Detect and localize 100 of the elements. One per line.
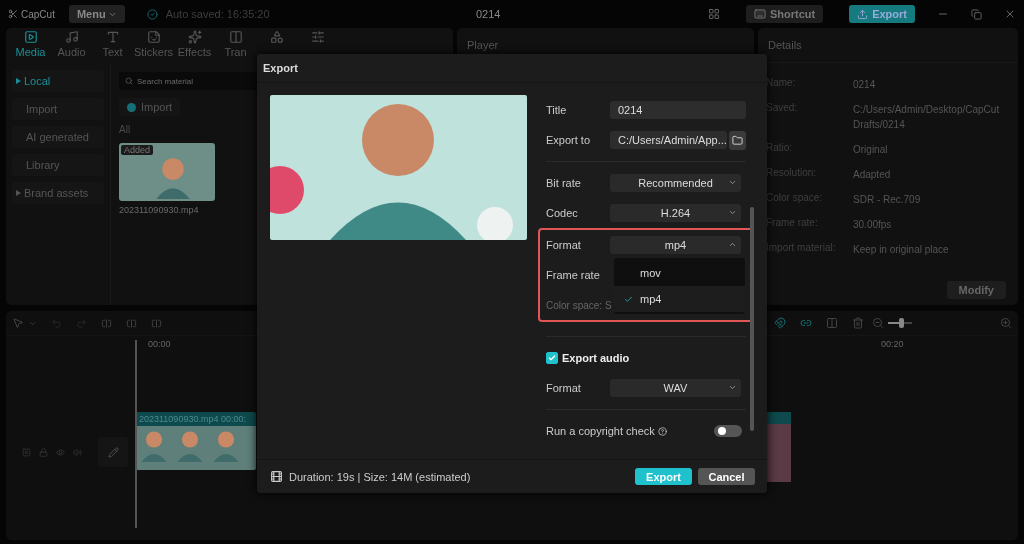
folder-button[interactable] (728, 130, 746, 150)
layout-icon[interactable] (707, 8, 720, 20)
media-icon (23, 30, 38, 44)
logo-icon (8, 9, 18, 19)
media-nav-item[interactable]: AI generated (12, 126, 104, 148)
import-button[interactable]: Import (119, 98, 181, 116)
toggle-switch[interactable] (714, 425, 742, 437)
check-icon (624, 294, 633, 304)
tool-tab[interactable]: Stickers (133, 30, 174, 64)
slider-thumb[interactable] (899, 318, 905, 328)
caret-up-icon (728, 240, 737, 249)
magnet-icon[interactable] (774, 317, 786, 329)
tool-tab[interactable]: Effects (174, 30, 215, 64)
zoom-in-icon[interactable] (1000, 317, 1012, 329)
split-icon[interactable] (126, 317, 137, 329)
restore-icon[interactable] (971, 8, 982, 20)
path-field[interactable]: C:/Users/Admin/App... (610, 131, 727, 149)
setting-label: Frame rate (546, 269, 601, 281)
pointer-icon[interactable] (12, 317, 24, 329)
transition-icon (228, 30, 243, 44)
speaker-icon[interactable] (73, 447, 82, 457)
dropdown-select[interactable]: Recommended (610, 174, 741, 192)
redo-icon[interactable] (76, 317, 87, 329)
text-icon (105, 30, 120, 44)
detail-value: Original (853, 143, 889, 157)
check-circle-icon (146, 8, 158, 20)
dropdown-select[interactable]: mp4 (610, 236, 741, 254)
keyboard-icon (753, 8, 766, 20)
video-clip[interactable] (767, 412, 791, 482)
split-icon[interactable] (101, 317, 112, 329)
section-label: Export audio (562, 352, 630, 364)
menu-option[interactable]: mov (614, 260, 745, 286)
zoom-out-icon[interactable] (872, 317, 884, 329)
added-badge: Added (121, 145, 154, 155)
menu-option[interactable]: mp4 (614, 286, 745, 312)
search-icon (125, 77, 133, 85)
setting-label: Bit rate (546, 177, 582, 189)
cancel-button[interactable]: Cancel (698, 468, 755, 485)
project-title: 0214 (476, 8, 501, 20)
detail-value: SDR - Rec.709 (853, 193, 922, 207)
music-note-icon (64, 30, 79, 44)
export-summary: Duration: 19s | Size: 14M (estimated) (289, 470, 471, 483)
field-label: Title (546, 104, 568, 116)
caret-down-icon (728, 208, 737, 217)
tool-tab[interactable]: Tran (215, 30, 256, 64)
menu-button[interactable]: Menu (68, 5, 125, 23)
sticker-icon (146, 30, 161, 44)
help-icon[interactable] (657, 426, 667, 436)
media-nav-item[interactable]: Import (12, 98, 104, 120)
panel-title: Player (467, 39, 499, 51)
checkbox[interactable] (546, 352, 558, 364)
app-name: CapCut (21, 8, 55, 20)
panel-title: Details (768, 39, 802, 51)
nav-label: Local (24, 75, 51, 87)
tool-tab[interactable]: Audio (51, 30, 92, 64)
align-icon[interactable] (826, 317, 838, 329)
shortcut-button[interactable]: Shortcut (745, 5, 824, 23)
dropdown-select[interactable]: H.264 (610, 204, 741, 222)
ruler-mark: 00:20 (881, 339, 904, 349)
export-button[interactable]: Export (635, 468, 692, 485)
detail-value: Keep in original place (853, 243, 950, 257)
link-icon[interactable] (800, 317, 812, 329)
dropdown-select[interactable]: WAV (610, 379, 741, 397)
caret-down-icon (728, 178, 737, 187)
pencil-icon (107, 446, 119, 458)
eye-icon[interactable] (56, 447, 65, 457)
close-icon[interactable] (1004, 8, 1016, 20)
lock-icon[interactable] (39, 447, 48, 457)
undo-icon[interactable] (51, 317, 62, 329)
detail-value: Adapted (853, 168, 892, 182)
nav-label: Brand assets (24, 187, 89, 199)
media-nav-item[interactable]: Library (12, 154, 104, 176)
edit-cell[interactable] (98, 437, 128, 467)
title-field[interactable]: 0214 (610, 101, 746, 119)
export-button[interactable]: Export (849, 5, 915, 23)
setting-label: Run a copyright check (546, 425, 655, 437)
caret-icon (16, 78, 21, 84)
tool-tab[interactable]: Text (92, 30, 133, 64)
modify-button[interactable]: Modify (946, 281, 1006, 299)
film-icon (270, 470, 283, 483)
split-icon[interactable] (151, 317, 162, 329)
sliders-icon (310, 30, 325, 44)
autosave-status: Auto saved: 16:35:20 (165, 8, 270, 20)
media-nav-item[interactable]: Local (12, 70, 104, 92)
setting-label: Format (546, 382, 582, 394)
tool-tab[interactable]: Media (10, 30, 51, 64)
dialog-title: Export (263, 62, 298, 74)
caret-icon (16, 190, 21, 196)
media-nav-item[interactable]: Brand assets (12, 182, 104, 204)
scrollbar[interactable] (750, 207, 754, 431)
setting-note: Color space: S (546, 299, 612, 311)
cover-icon[interactable] (22, 447, 31, 457)
video-thumbnail[interactable]: Added (119, 143, 215, 201)
setting-label: Codec (546, 207, 579, 219)
trash-icon[interactable] (852, 317, 864, 329)
sparkle-icon (187, 30, 202, 44)
field-label: Export to (546, 134, 592, 146)
setting-label: Format (546, 239, 582, 251)
circles-icon (269, 30, 284, 44)
upload-icon (857, 8, 869, 20)
